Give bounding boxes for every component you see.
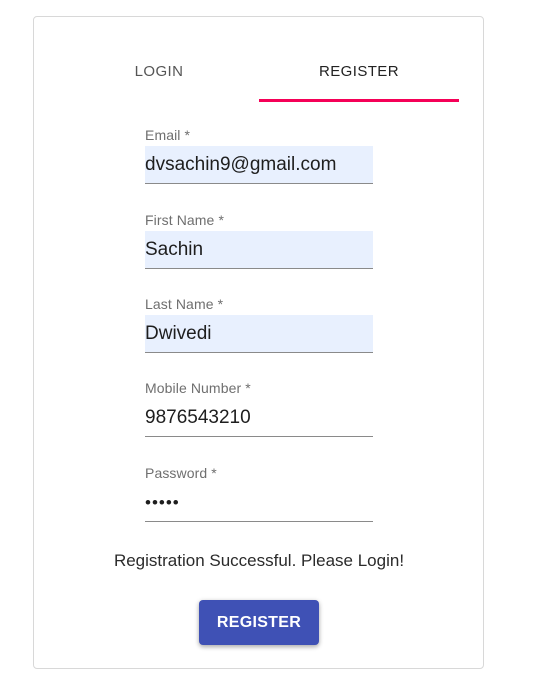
tab-register[interactable]: REGISTER: [259, 44, 459, 102]
mobile-field-group: Mobile Number *: [145, 380, 373, 437]
password-field-group: Password *: [145, 465, 373, 522]
first-name-label: First Name *: [145, 212, 224, 228]
active-tab-indicator: [259, 99, 459, 102]
password-label: Password *: [145, 465, 217, 481]
tab-login[interactable]: LOGIN: [59, 44, 259, 102]
email-label: Email *: [145, 127, 191, 143]
mobile-label: Mobile Number *: [145, 380, 251, 396]
email-field-group: Email *: [145, 127, 373, 184]
register-button[interactable]: REGISTER: [199, 600, 319, 645]
password-field[interactable]: [145, 484, 373, 522]
first-name-field-group: First Name *: [145, 212, 373, 269]
last-name-field-group: Last Name *: [145, 296, 373, 353]
last-name-field[interactable]: [145, 315, 373, 353]
first-name-field[interactable]: [145, 231, 373, 269]
auth-tabs: LOGIN REGISTER: [59, 44, 459, 102]
email-field[interactable]: [145, 146, 373, 184]
registration-status-message: Registration Successful. Please Login!: [113, 551, 405, 570]
last-name-label: Last Name *: [145, 296, 224, 312]
mobile-number-field[interactable]: [145, 399, 373, 437]
